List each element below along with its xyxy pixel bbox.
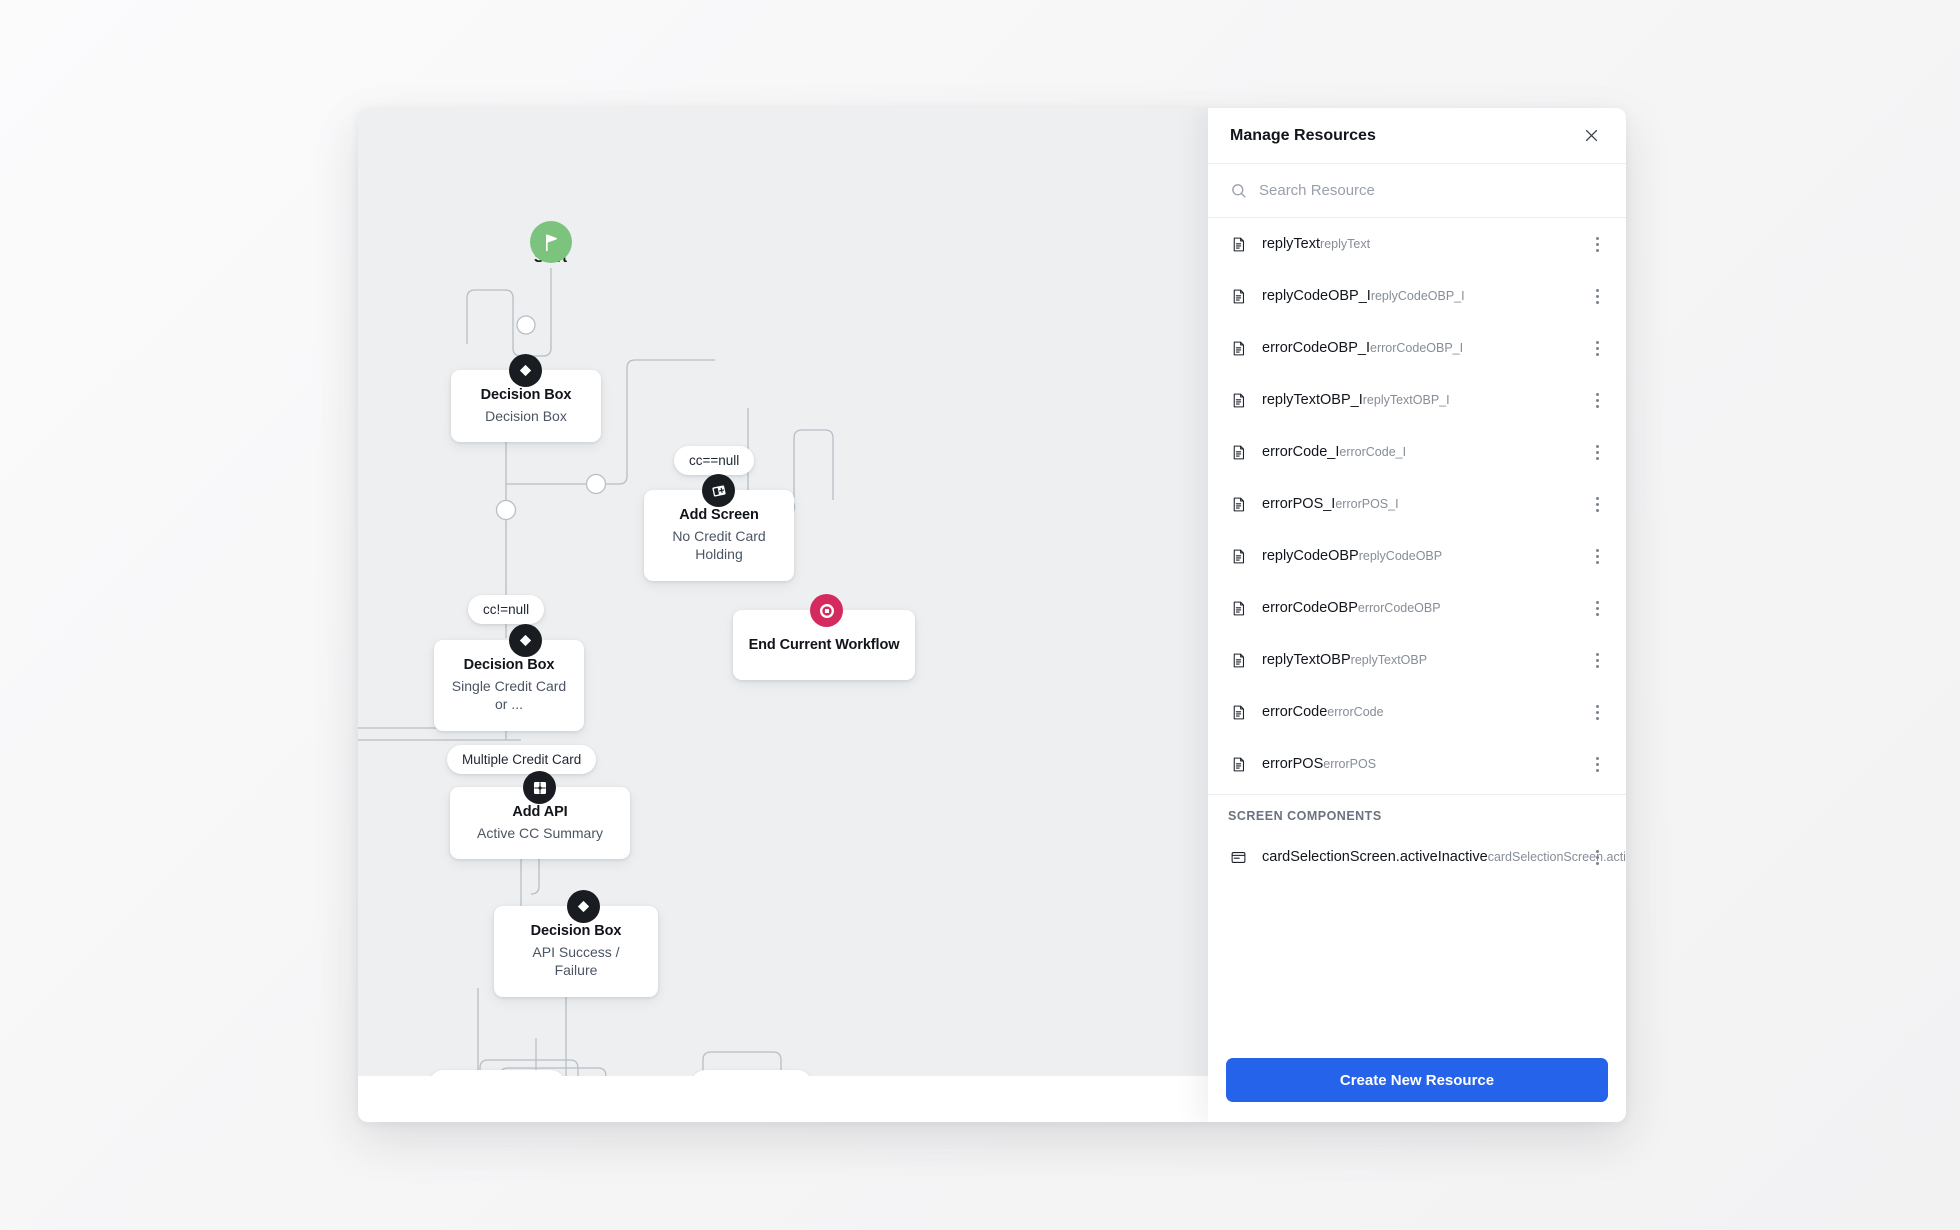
manage-resources-panel: Manage Resources replyTextreplyTextreply…	[1208, 108, 1626, 1122]
resource-list-item[interactable]: errorCodeOBP_IerrorCodeOBP_I	[1208, 322, 1626, 374]
resource-name: errorCodeOBP_I	[1262, 339, 1370, 356]
resource-list-item[interactable]: errorCode_IerrorCode_I	[1208, 426, 1626, 478]
resource-name: replyTextOBP	[1262, 651, 1351, 668]
resource-name: replyCodeOBP_I	[1262, 287, 1371, 304]
node-subtitle: API Success / Failure	[532, 944, 620, 979]
resource-name: errorCode_I	[1262, 443, 1340, 460]
app-window: Start Decision Box Decision Box cc==null…	[358, 108, 1626, 1122]
resource-list-item[interactable]: replyTextreplyText	[1208, 218, 1626, 270]
row-menu-button[interactable]	[1586, 647, 1608, 673]
node-title: Add Screen	[679, 507, 759, 523]
resource-list: replyTextreplyText replyCodeOBP_IreplyCod…	[1208, 218, 1626, 790]
document-icon	[1228, 600, 1248, 617]
node-subtitle: Active CC Summary	[476, 825, 604, 842]
diamond-icon	[567, 890, 600, 923]
resource-name: errorPOS	[1262, 755, 1324, 772]
panel-body[interactable]: replyTextreplyText replyCodeOBP_IreplyCod…	[1208, 218, 1626, 1044]
resource-subtitle: errorPOS_I	[1335, 496, 1399, 511]
document-icon	[1228, 340, 1248, 357]
start-icon[interactable]	[530, 221, 572, 263]
resource-subtitle: errorCode_I	[1339, 444, 1407, 459]
resource-list-item[interactable]: replyTextOBP_IreplyTextOBP_I	[1208, 374, 1626, 426]
row-menu-button[interactable]	[1586, 283, 1608, 309]
page-title: Manage Resources	[1230, 126, 1376, 144]
resource-subtitle: replyCodeOBP_I	[1370, 288, 1465, 303]
resource-list-item[interactable]: replyCodeOBP_IreplyCodeOBP_I	[1208, 270, 1626, 322]
document-icon	[1228, 496, 1248, 513]
search-input[interactable]	[1259, 182, 1604, 199]
resource-name: cardSelectionScreen.activeInactive	[1262, 848, 1488, 865]
edge-label-cc-null-neq: cc!=null	[468, 595, 545, 624]
search-row[interactable]	[1208, 164, 1626, 218]
resource-subtitle: errorCodeOBP_I	[1370, 340, 1464, 355]
node-title: Decision Box	[530, 923, 622, 939]
create-new-resource-button[interactable]: Create New Resource	[1226, 1058, 1608, 1102]
screen-components-list: cardSelectionScreen.activeInactivecardSe…	[1208, 831, 1626, 883]
close-icon[interactable]	[1578, 123, 1604, 149]
document-icon	[1228, 288, 1248, 305]
resource-list-item[interactable]: replyCodeOBPreplyCodeOBP	[1208, 530, 1626, 582]
document-icon	[1228, 704, 1248, 721]
row-menu-button[interactable]	[1586, 595, 1608, 621]
panel-header: Manage Resources	[1208, 108, 1626, 164]
app-root: Start Decision Box Decision Box cc==null…	[0, 0, 1960, 1230]
resource-subtitle: replyText	[1320, 236, 1371, 251]
node-title: Add API	[512, 804, 568, 820]
screen-components-header: SCREEN COMPONENTS	[1228, 809, 1382, 823]
row-menu-button[interactable]	[1586, 844, 1608, 870]
resource-name: errorCodeOBP	[1262, 599, 1358, 616]
document-icon	[1228, 652, 1248, 669]
row-menu-button[interactable]	[1586, 751, 1608, 777]
resource-subtitle: replyCodeOBP	[1358, 548, 1443, 563]
row-menu-button[interactable]	[1586, 231, 1608, 257]
canvas-footer	[358, 1076, 1220, 1122]
workflow-canvas[interactable]: Start Decision Box Decision Box cc==null…	[358, 108, 1220, 1122]
row-menu-button[interactable]	[1586, 491, 1608, 517]
node-title: End Current Workflow	[748, 636, 900, 653]
document-icon	[1228, 392, 1248, 409]
resource-subtitle: errorPOS	[1323, 756, 1377, 771]
search-icon	[1230, 182, 1247, 199]
resource-list-item[interactable]: errorPOSerrorPOS	[1208, 738, 1626, 790]
edge-label-multiple-credit-card: Multiple Credit Card	[447, 745, 597, 774]
resource-subtitle: replyTextOBP	[1350, 652, 1428, 667]
resource-name: errorPOS_I	[1262, 495, 1336, 512]
document-icon	[1228, 444, 1248, 461]
row-menu-button[interactable]	[1586, 543, 1608, 569]
panel-footer: Create New Resource	[1208, 1044, 1626, 1122]
resource-list-item[interactable]: errorPOS_IerrorPOS_I	[1208, 478, 1626, 530]
puzzle-icon	[523, 771, 556, 804]
row-menu-button[interactable]	[1586, 439, 1608, 465]
resource-subtitle: errorCode	[1327, 704, 1384, 719]
node-title: Decision Box	[480, 387, 572, 403]
diamond-icon	[509, 354, 542, 387]
resource-name: replyCodeOBP	[1262, 547, 1359, 564]
row-menu-button[interactable]	[1586, 699, 1608, 725]
document-icon	[1228, 548, 1248, 565]
document-icon	[1228, 756, 1248, 773]
resource-name: errorCode	[1262, 703, 1328, 720]
document-icon	[1228, 236, 1248, 253]
node-title: Decision Box	[463, 657, 555, 673]
add-screen-icon	[702, 474, 735, 507]
edge-label-cc-null-eq: cc==null	[674, 446, 755, 475]
node-subtitle: Single Credit Card or ...	[451, 678, 567, 713]
diamond-icon	[509, 624, 542, 657]
resource-name: replyText	[1262, 235, 1321, 252]
resource-subtitle: errorCodeOBP	[1357, 600, 1441, 615]
row-menu-button[interactable]	[1586, 335, 1608, 361]
node-subtitle: Decision Box	[485, 408, 567, 425]
resource-list-item[interactable]: errorCodeOBPerrorCodeOBP	[1208, 582, 1626, 634]
resource-list-item[interactable]: replyTextOBPreplyTextOBP	[1208, 634, 1626, 686]
resource-subtitle: replyTextOBP_I	[1362, 392, 1450, 407]
node-decision-box-2[interactable]: Decision Box Single Credit Card or ...	[434, 640, 584, 731]
screen-icon	[1228, 849, 1248, 866]
stop-icon	[810, 594, 843, 627]
resource-name: replyTextOBP_I	[1262, 391, 1363, 408]
screen-component-list-item[interactable]: cardSelectionScreen.activeInactivecardSe…	[1208, 831, 1626, 883]
resource-list-item[interactable]: errorCodeerrorCode	[1208, 686, 1626, 738]
node-subtitle: No Credit Card Holding	[672, 528, 766, 563]
row-menu-button[interactable]	[1586, 387, 1608, 413]
